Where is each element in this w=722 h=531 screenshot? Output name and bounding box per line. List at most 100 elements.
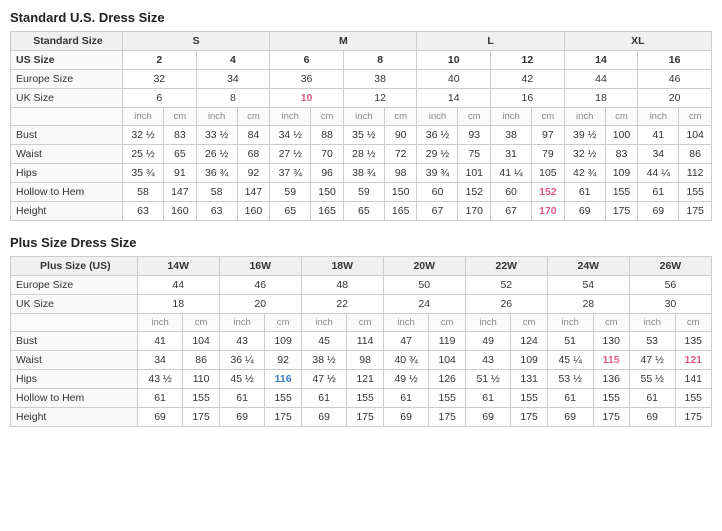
hips-5: 37 ¾: [270, 164, 311, 183]
us-size-10: 10: [417, 51, 491, 70]
plus-unit-cm-4: cm: [429, 314, 465, 332]
hollow-12: 152: [532, 183, 565, 202]
plus-uk-26: 26: [465, 295, 547, 314]
us-size-14: 14: [564, 51, 638, 70]
plus-hollow-3: 61: [219, 389, 265, 408]
europe-size-label: Europe Size: [11, 70, 123, 89]
unit-cm-6: cm: [532, 108, 565, 126]
plus-unit-inch-7: inch: [629, 314, 675, 332]
plus-hollow-6: 155: [347, 389, 383, 408]
plus-height-3: 69: [219, 408, 265, 427]
us-size-4: 4: [196, 51, 270, 70]
plus-16w: 16W: [219, 257, 301, 276]
plus-bust-8: 119: [429, 332, 465, 351]
hollow-13: 61: [564, 183, 605, 202]
plus-hips-8: 126: [429, 370, 465, 389]
unit-cm-1: cm: [164, 108, 197, 126]
uk-14: 14: [417, 89, 491, 108]
eu-46: 46: [638, 70, 712, 89]
plus-hollow-9: 61: [465, 389, 511, 408]
waist-6: 70: [311, 145, 344, 164]
waist-11: 31: [491, 145, 532, 164]
plus-bust-14: 135: [675, 332, 711, 351]
height-2: 160: [164, 202, 197, 221]
plus-hips-7: 49 ½: [383, 370, 429, 389]
plus-waist-1: 34: [137, 351, 183, 370]
eu-36: 36: [270, 70, 344, 89]
uk-8: 8: [196, 89, 270, 108]
bust-5: 34 ½: [270, 126, 311, 145]
waist-15: 34: [638, 145, 679, 164]
bust-9: 36 ½: [417, 126, 458, 145]
plus-waist-7: 40 ¾: [383, 351, 429, 370]
waist-3: 26 ½: [196, 145, 237, 164]
plus-22w: 22W: [465, 257, 547, 276]
plus-height-8: 175: [429, 408, 465, 427]
plus-14w: 14W: [137, 257, 219, 276]
plus-eu-label: Europe Size: [11, 276, 138, 295]
plus-eu-44: 44: [137, 276, 219, 295]
plus-height-11: 69: [547, 408, 593, 427]
plus-hips-5: 47 ½: [301, 370, 347, 389]
uk-12: 12: [343, 89, 417, 108]
unit-inch-6: inch: [491, 108, 532, 126]
plus-uk-28: 28: [547, 295, 629, 314]
plus-hips-14: 141: [675, 370, 711, 389]
plus-height-10: 175: [511, 408, 547, 427]
waist-10: 75: [458, 145, 491, 164]
plus-waist-3: 36 ¼: [219, 351, 265, 370]
waist-9: 29 ½: [417, 145, 458, 164]
us-size-12: 12: [491, 51, 565, 70]
us-size-2: 2: [123, 51, 197, 70]
plus-18w: 18W: [301, 257, 383, 276]
plus-bust-4: 109: [265, 332, 301, 351]
plus-waist-6: 98: [347, 351, 383, 370]
plus-size-label: Plus Size (US): [11, 257, 138, 276]
plus-20w: 20W: [383, 257, 465, 276]
bust-15: 41: [638, 126, 679, 145]
standard-title: Standard U.S. Dress Size: [10, 10, 712, 25]
plus-hips-3: 45 ½: [219, 370, 265, 389]
plus-unit-cm-6: cm: [593, 314, 629, 332]
bust-6: 88: [311, 126, 344, 145]
height-12: 170: [532, 202, 565, 221]
plus-hips-10: 131: [511, 370, 547, 389]
eu-44: 44: [564, 70, 638, 89]
plus-hollow-14: 155: [675, 389, 711, 408]
hollow-1: 58: [123, 183, 164, 202]
plus-bust-5: 45: [301, 332, 347, 351]
hollow-9: 60: [417, 183, 458, 202]
unit-inch-8: inch: [638, 108, 679, 126]
hollow-5: 59: [270, 183, 311, 202]
height-16: 175: [679, 202, 712, 221]
plus-hips-label: Hips: [11, 370, 138, 389]
plus-waist-14: 121: [675, 351, 711, 370]
unit-cm-3: cm: [311, 108, 344, 126]
bust-11: 38: [491, 126, 532, 145]
size-group-m: M: [270, 32, 417, 51]
hips-6: 96: [311, 164, 344, 183]
plus-26w: 26W: [629, 257, 711, 276]
unit-cm-2: cm: [237, 108, 270, 126]
unit-inch-5: inch: [417, 108, 458, 126]
waist-1: 25 ½: [123, 145, 164, 164]
height-14: 175: [605, 202, 638, 221]
plus-uk-30: 30: [629, 295, 711, 314]
plus-bust-13: 53: [629, 332, 675, 351]
waist-4: 68: [237, 145, 270, 164]
hips-12: 105: [532, 164, 565, 183]
plus-height-5: 69: [301, 408, 347, 427]
bust-label: Bust: [11, 126, 123, 145]
plus-bust-6: 114: [347, 332, 383, 351]
plus-hips-1: 43 ½: [137, 370, 183, 389]
eu-40: 40: [417, 70, 491, 89]
waist-12: 79: [532, 145, 565, 164]
height-10: 170: [458, 202, 491, 221]
plus-waist-13: 47 ½: [629, 351, 675, 370]
hollow-2: 147: [164, 183, 197, 202]
size-group-xl: XL: [564, 32, 711, 51]
eu-42: 42: [491, 70, 565, 89]
height-6: 165: [311, 202, 344, 221]
hips-7: 38 ¾: [343, 164, 384, 183]
unit-inch-3: inch: [270, 108, 311, 126]
